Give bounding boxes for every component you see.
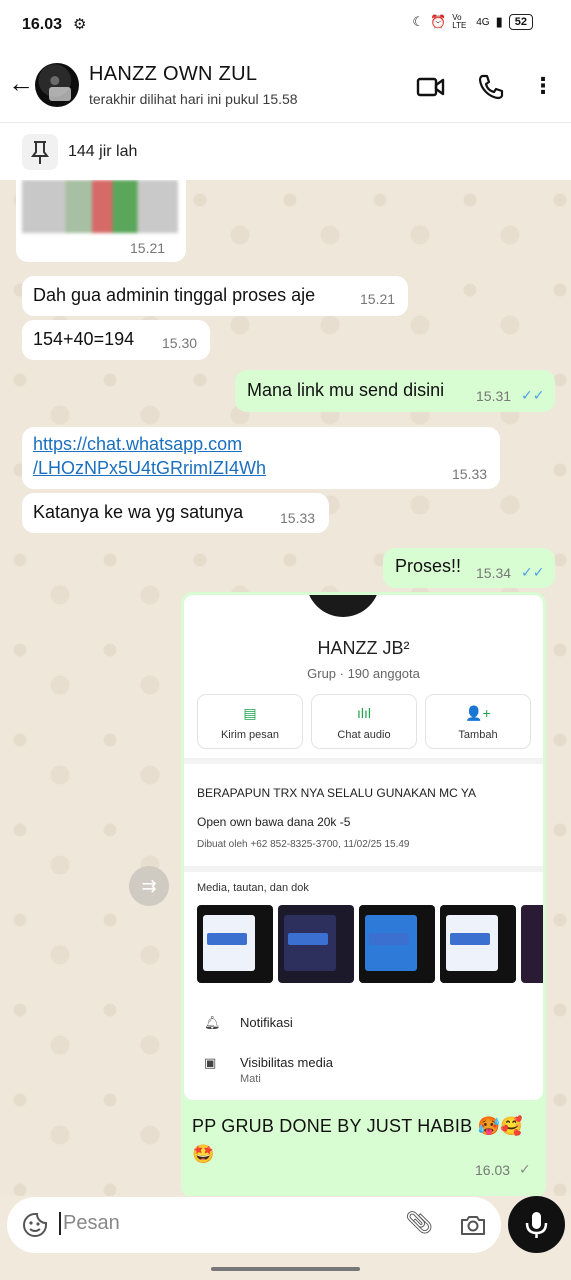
gesture-nav-bar[interactable] [211,1267,360,1271]
message-time: 15.21 [360,291,396,307]
message-icon: ▤ [243,705,257,721]
message-time: 15.30 [162,335,198,351]
pinned-message-bar[interactable]: 144 jir lah [0,122,571,180]
message-time: 15.31 [476,388,512,404]
volte-icon: Vo LTE [452,13,467,30]
chat-header: ← HANZZ OWN ZUL terakhir dilihat hari in… [0,50,571,122]
voice-call-icon[interactable] [476,72,506,102]
image-thumbnail[interactable] [22,180,178,233]
read-receipt-icon: ✓✓ [521,564,545,580]
signal-icon: ▮ [495,14,503,29]
status-time: 16.03 [22,16,63,33]
alarm-icon: ⏰ [430,14,447,29]
camera-icon[interactable] [459,1211,487,1239]
status-bar: 16.03 ⚙ ☾ ⏰ Vo LTE 4G ▮ 52 [0,0,571,50]
message-text: Mana link mu send disini [247,380,445,400]
incoming-message[interactable]: Katanya ke wa yg satunya 15.33 [22,493,329,533]
media-thumbnails [197,905,543,983]
message-time: 15.34 [476,565,512,581]
audio-wave-icon: ılıl [357,705,371,721]
media-section-title: Media, tautan, dan dok [197,882,309,894]
media-thumbnail [278,905,354,983]
divider [184,866,543,872]
message-time: 15.33 [452,466,488,482]
dnd-moon-icon: ☾ [412,14,425,29]
message-time: 15.21 [130,240,166,256]
group-description: BERAPAPUN TRX NYA SELALU GUNAKAN MC YA [197,786,476,800]
attach-clip-icon[interactable]: 📎︎ [405,1210,433,1236]
mic-icon [525,1212,548,1238]
message-time: 16.03 [475,1162,511,1178]
message-text: Katanya ke wa yg satunya [33,502,244,522]
audio-chat-button: ılıl Chat audio [311,694,417,749]
network-icon: 4G [476,16,490,28]
media-thumbnail [440,905,516,983]
message-time: 15.33 [280,510,316,526]
bell-icon: 🔔︎ [204,1015,221,1030]
image-caption: PP GRUB DONE BY JUST HABIB 🥵🥰 🤩 [192,1116,523,1164]
group-name: HANZZ JB² [317,638,410,658]
sticker-emoji-icon[interactable] [21,1211,49,1239]
add-member-button: 👤+ Tambah [425,694,531,749]
chat-invite-link-path[interactable]: /LHOzNPx5U4tGRrimIZI4Wh [33,458,266,479]
read-receipt-icon: ✓✓ [521,387,545,403]
message-text: Proses!! [395,556,462,576]
settings-gear-icon: ⚙ [73,16,87,33]
more-options-icon[interactable]: ⋮ [528,72,558,102]
divider [184,758,543,764]
message-text: 154+40=194 [33,329,135,349]
forward-icon[interactable]: ⇉ [129,866,169,906]
voice-message-button[interactable] [508,1196,565,1253]
status-icons: ☾ ⏰ Vo LTE 4G ▮ 52 [412,14,533,30]
pin-icon [22,134,58,170]
incoming-message[interactable]: Dah gua adminin tinggal proses aje 15.21 [22,276,408,316]
back-arrow-icon[interactable]: ← [8,68,34,98]
message-text: Dah gua adminin tinggal proses aje [33,285,316,305]
sent-receipt-icon: ✓ [519,1161,531,1177]
add-person-icon: 👤+ [465,705,491,721]
message-input[interactable]: Pesan [59,1212,120,1235]
chat-invite-link[interactable]: https://chat.whatsapp.com [33,434,242,455]
video-call-icon[interactable] [416,72,446,102]
media-thumbnail [521,905,543,983]
group-info-screenshot[interactable]: HANZZ JB² Grup · 190 anggota ▤ Kirim pes… [184,595,543,1100]
battery-icon: 52 [508,14,533,30]
incoming-message[interactable]: 154+40=194 15.30 [22,320,210,360]
image-icon: ▣ [204,1055,217,1070]
group-description-2: Open own bawa dana 20k -5 [197,815,351,829]
media-visibility-setting: ▣ Visibilitas media Mati [204,1055,333,1085]
outgoing-message[interactable]: Proses!! 15.34 ✓✓ [383,548,555,588]
group-avatar [306,595,380,617]
message-input-bar[interactable]: Pesan 📎︎ [7,1197,501,1253]
pinned-message-text: 144 jir lah [68,143,138,160]
group-created-by: Dibuat oleh +62 852-8325-3700, 11/02/25 … [197,839,410,850]
group-members: Grup · 190 anggota [307,666,420,681]
last-seen-status: terakhir dilihat hari ini pukul 15.58 [89,91,298,107]
contact-avatar[interactable] [35,63,79,107]
incoming-link-message[interactable]: https://chat.whatsapp.com /LHOzNPx5U4tGR… [22,427,500,489]
media-thumbnail [197,905,273,983]
send-message-button: ▤ Kirim pesan [197,694,303,749]
media-thumbnail [359,905,435,983]
chat-area[interactable]: 15.21 Dah gua adminin tinggal proses aje… [0,180,571,1196]
notification-setting: 🔔︎ Notifikasi [204,1015,293,1030]
outgoing-message[interactable]: Mana link mu send disini 15.31 ✓✓ [235,370,555,412]
contact-name[interactable]: HANZZ OWN ZUL [89,63,257,86]
